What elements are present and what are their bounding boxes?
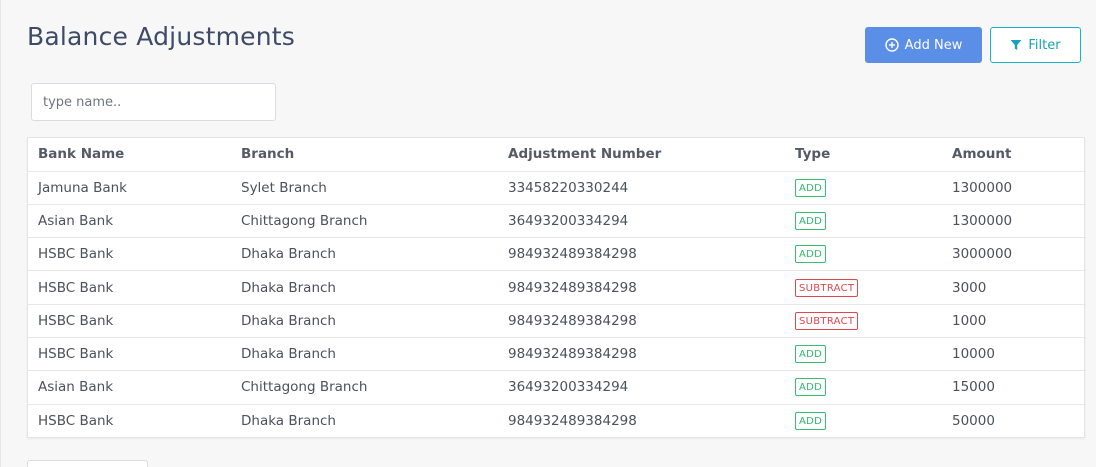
cell-bank-name: HSBC Bank xyxy=(28,337,231,372)
cell-type: SUBTRACT xyxy=(785,304,942,338)
cell-amount: 50000 xyxy=(952,412,995,429)
type-badge: ADD xyxy=(795,245,827,264)
cell-bank-name: HSBC Bank xyxy=(28,270,231,305)
cell-type: ADD xyxy=(785,370,942,405)
type-badge: ADD xyxy=(795,178,827,197)
table-row[interactable]: HSBC Bank Dhaka Branch 984932489384298 ADD 5… xyxy=(28,404,1086,437)
cell-adjustment-number: 984932489384298 xyxy=(498,304,785,338)
search-input[interactable] xyxy=(31,83,276,121)
cell-amount: 1300000 xyxy=(942,171,1086,205)
column-header-type[interactable]: Type xyxy=(785,138,942,172)
column-header-bank-name[interactable]: Bank Name xyxy=(28,138,231,172)
table-row[interactable]: Asian Bank Chittagong Branch 3649320033429… xyxy=(28,370,1086,405)
cell-adjustment-number: 984932489384298 xyxy=(498,337,785,372)
cell-branch: Dhaka Branch xyxy=(231,304,498,338)
cell-bank-name: Asian Bank xyxy=(28,370,231,405)
table-row[interactable]: HSBC Bank Dhaka Branch 984932489384298 SUBT… xyxy=(28,270,1086,305)
filter-label: Filter xyxy=(1028,37,1061,53)
cell-type: ADD xyxy=(785,237,942,272)
cell-amount: 15000 xyxy=(942,370,1086,405)
adjustments-table: Bank Name Branch Adjustment Number Type … xyxy=(27,137,1086,439)
cell-type: ADD xyxy=(785,404,942,437)
column-header-amount[interactable]: Amount xyxy=(942,138,1086,172)
table-header-row: Bank Name Branch Adjustment Number Type … xyxy=(28,138,1086,172)
cell-amount: 1000 xyxy=(942,304,1086,338)
type-badge: ADD xyxy=(795,211,827,230)
filter-button[interactable]: Filter xyxy=(990,27,1081,63)
page: Balance Adjustments Add New Filter type … xyxy=(0,0,1096,467)
cell-type: SUBTRACT xyxy=(785,270,942,305)
cell-type: ADD xyxy=(785,204,942,239)
cell-amount: 3000000 xyxy=(942,237,1086,272)
type-badge: SUBTRACT xyxy=(795,278,859,297)
cell-type: ADD xyxy=(785,337,942,372)
page-title: Balance Adjustments xyxy=(27,22,296,51)
column-header-adjustment-number[interactable]: Adjustment Number xyxy=(498,138,785,172)
cell-bank-name: HSBC Bank xyxy=(38,412,114,429)
cell-branch: Dhaka Branch xyxy=(231,337,498,372)
table-row[interactable]: HSBC Bank Dhaka Branch 984932489384298 ADD 1… xyxy=(28,337,1086,372)
type-badge: ADD xyxy=(795,345,827,364)
cell-bank-name: HSBC Bank xyxy=(28,237,231,272)
cell-branch: Dhaka Branch xyxy=(241,412,336,429)
cell-adjustment-number: 984932489384298 xyxy=(498,237,785,272)
cell-amount: 1300000 xyxy=(942,204,1086,239)
cell-branch: Chittagong Branch xyxy=(231,370,498,405)
cell-adjustment-number: 984932489384298 xyxy=(498,270,785,305)
cell-adjustment-number: 36493200334294 xyxy=(498,204,785,239)
plus-circle-icon xyxy=(884,38,899,52)
type-badge: SUBTRACT xyxy=(795,311,859,330)
cell-bank-name: Jamuna Bank xyxy=(28,171,231,205)
funnel-icon xyxy=(1010,39,1022,51)
cell-branch: Sylet Branch xyxy=(231,171,498,205)
table-row[interactable]: Asian Bank Chittagong Branch 3649320033429… xyxy=(28,204,1086,239)
type-badge: ADD xyxy=(795,411,827,430)
cell-branch: Dhaka Branch xyxy=(231,237,498,272)
type-badge: ADD xyxy=(795,378,827,397)
cell-adjustment-number: 36493200334294 xyxy=(498,370,785,405)
table-row[interactable]: HSBC Bank Dhaka Branch 984932489384298 SUBT… xyxy=(28,304,1086,338)
table-row[interactable]: HSBC Bank Dhaka Branch 984932489384298 ADD 3… xyxy=(28,237,1086,272)
cell-adjustment-number: 33458220330244 xyxy=(498,171,785,205)
cell-type: ADD xyxy=(785,171,942,205)
cell-bank-name: Asian Bank xyxy=(28,204,231,239)
cell-branch: Dhaka Branch xyxy=(231,270,498,305)
column-header-branch[interactable]: Branch xyxy=(231,138,498,172)
add-new-button[interactable]: Add New xyxy=(865,27,982,63)
add-new-label: Add New xyxy=(904,37,963,53)
cell-amount: 10000 xyxy=(942,337,1086,372)
table-row[interactable]: Jamuna Bank Sylet Branch 33458220330244 ADD… xyxy=(28,171,1086,205)
cell-adjustment-number: 984932489384298 xyxy=(508,412,637,429)
cell-branch: Chittagong Branch xyxy=(231,204,498,239)
pagination-control[interactable] xyxy=(27,460,148,467)
cell-bank-name: HSBC Bank xyxy=(28,304,231,338)
cell-amount: 3000 xyxy=(942,270,1086,305)
